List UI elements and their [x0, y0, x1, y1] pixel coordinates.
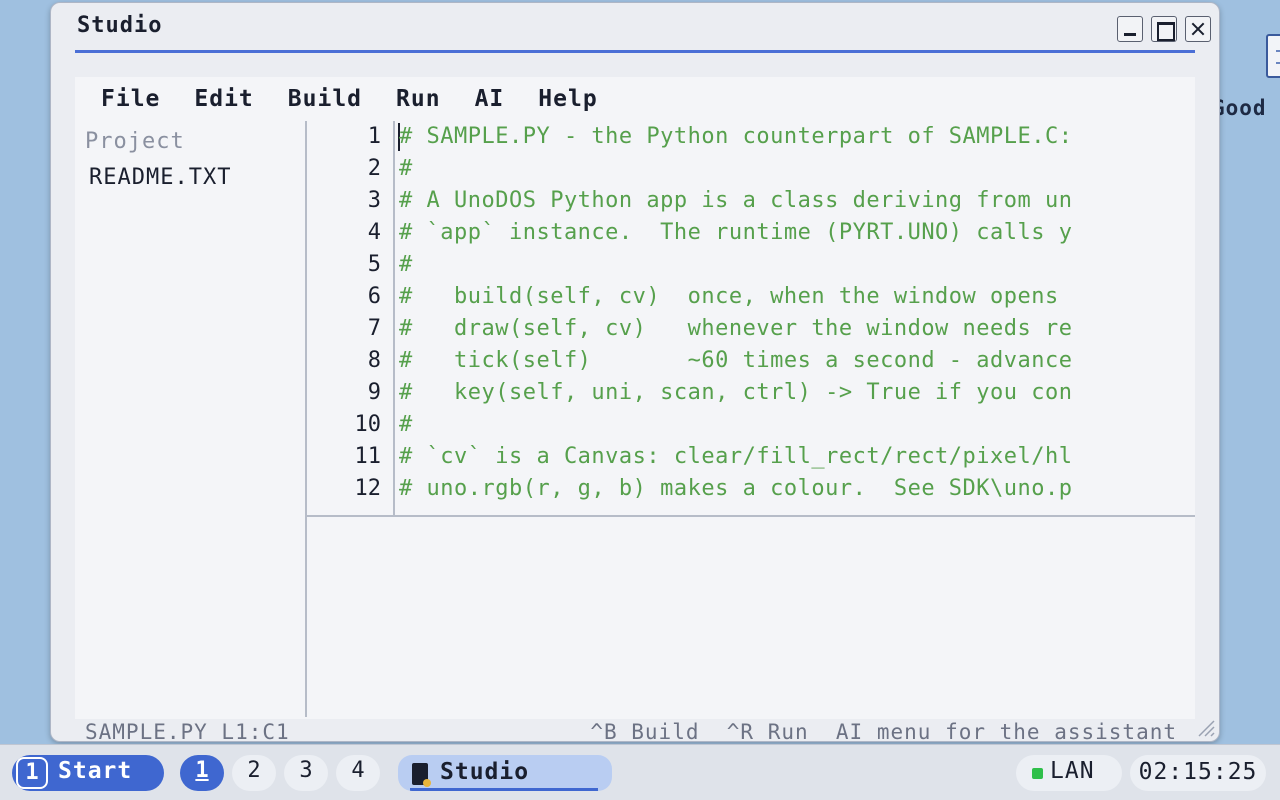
line-number: 7 — [367, 316, 381, 341]
network-status-icon — [1032, 768, 1043, 779]
line-number: 3 — [367, 188, 381, 213]
start-number-icon: 1 — [16, 757, 48, 789]
menu-build[interactable]: Build — [288, 86, 362, 112]
line-number: 11 — [354, 444, 382, 469]
line-number: 2 — [367, 156, 381, 181]
code-editor[interactable]: 1 2 3 4 5 6 7 8 9 10 11 12 # SAMPLE.PY -… — [307, 121, 1195, 517]
start-label: Start — [58, 758, 133, 784]
code-line: # `app` instance. The runtime (PYRT.UNO)… — [399, 220, 1073, 245]
line-number: 6 — [367, 284, 381, 309]
line-number: 10 — [354, 412, 382, 437]
workspace-1-button[interactable]: 1 — [180, 755, 224, 791]
status-bar: SAMPLE.PY L1:C1 ^B Build ^R Run AI menu … — [75, 719, 1195, 742]
workspace-label: 2 — [247, 758, 261, 783]
line-number: 9 — [367, 380, 381, 405]
workspace-3-button[interactable]: 3 — [284, 755, 328, 791]
code-line: # A UnoDOS Python app is a class derivin… — [399, 188, 1073, 213]
code-line: # uno.rgb(r, g, b) makes a colour. See S… — [399, 476, 1073, 501]
menu-edit[interactable]: Edit — [194, 86, 253, 112]
project-file-item[interactable]: README.TXT — [89, 165, 231, 190]
workspace-label: 3 — [299, 758, 313, 783]
code-line: # `cv` is a Canvas: clear/fill_rect/rect… — [399, 444, 1073, 469]
line-number: 1 — [367, 124, 381, 149]
clock[interactable]: 02:15:25 — [1130, 755, 1266, 791]
code-line: # tick(self) ~60 times a second - advanc… — [399, 348, 1073, 373]
status-hints: ^B Build ^R Run AI menu for the assistan… — [590, 720, 1177, 742]
window-title: Studio — [77, 13, 163, 38]
menu-file[interactable]: File — [101, 86, 160, 112]
code-line: # — [399, 252, 413, 277]
network-label: LAN — [1050, 758, 1095, 784]
code-line: # draw(self, cv) whenever the window nee… — [399, 316, 1073, 341]
menubar: File Edit Build Run AI Help — [75, 77, 1195, 121]
resize-grip-icon[interactable] — [1195, 717, 1215, 737]
code-line: # build(self, cv) once, when the window … — [399, 284, 1059, 309]
taskbar: 1 Start 1 2 3 4 Studio LAN 02:15:25 — [0, 744, 1280, 800]
desktop-icon-good[interactable]: Good — [1212, 34, 1280, 124]
app-icon — [412, 763, 431, 787]
line-number: 5 — [367, 252, 381, 277]
menu-run[interactable]: Run — [396, 86, 441, 112]
code-line: # — [399, 156, 413, 181]
output-pane[interactable] — [307, 517, 1195, 717]
window-client: File Edit Build Run AI Help Project READ… — [75, 77, 1195, 742]
workspace-4-button[interactable]: 4 — [336, 755, 380, 791]
taskbar-item-studio[interactable]: Studio — [398, 755, 612, 791]
workspace-label: 1 — [195, 758, 209, 783]
close-button[interactable] — [1185, 16, 1211, 42]
network-status[interactable]: LAN — [1016, 755, 1122, 791]
code-line: # key(self, uni, scan, ctrl) -> True if … — [399, 380, 1073, 405]
workspace-2-button[interactable]: 2 — [232, 755, 276, 791]
code-line: # SAMPLE.PY - the Python counterpart of … — [399, 124, 1073, 149]
code-line: # — [399, 412, 413, 437]
task-label: Studio — [440, 759, 530, 785]
menu-ai[interactable]: AI — [475, 86, 505, 112]
workspace-label: 4 — [351, 758, 365, 783]
line-number: 8 — [367, 348, 381, 373]
document-icon — [1266, 34, 1280, 78]
project-sidebar: Project README.TXT — [75, 121, 307, 717]
studio-window: Studio File Edit Build Run AI Help Proje… — [50, 2, 1220, 742]
desktop-icon-label: Good — [1212, 96, 1267, 120]
line-number: 12 — [354, 476, 382, 501]
minimize-button[interactable] — [1117, 16, 1143, 42]
line-number-gutter: 1 2 3 4 5 6 7 8 9 10 11 12 — [307, 121, 395, 515]
start-button[interactable]: 1 Start — [12, 755, 164, 791]
status-position: SAMPLE.PY L1:C1 — [85, 720, 290, 742]
project-heading: Project — [85, 129, 185, 154]
line-number: 4 — [367, 220, 381, 245]
maximize-button[interactable] — [1151, 16, 1177, 42]
menu-help[interactable]: Help — [538, 86, 597, 112]
window-titlebar[interactable]: Studio — [75, 3, 1211, 53]
